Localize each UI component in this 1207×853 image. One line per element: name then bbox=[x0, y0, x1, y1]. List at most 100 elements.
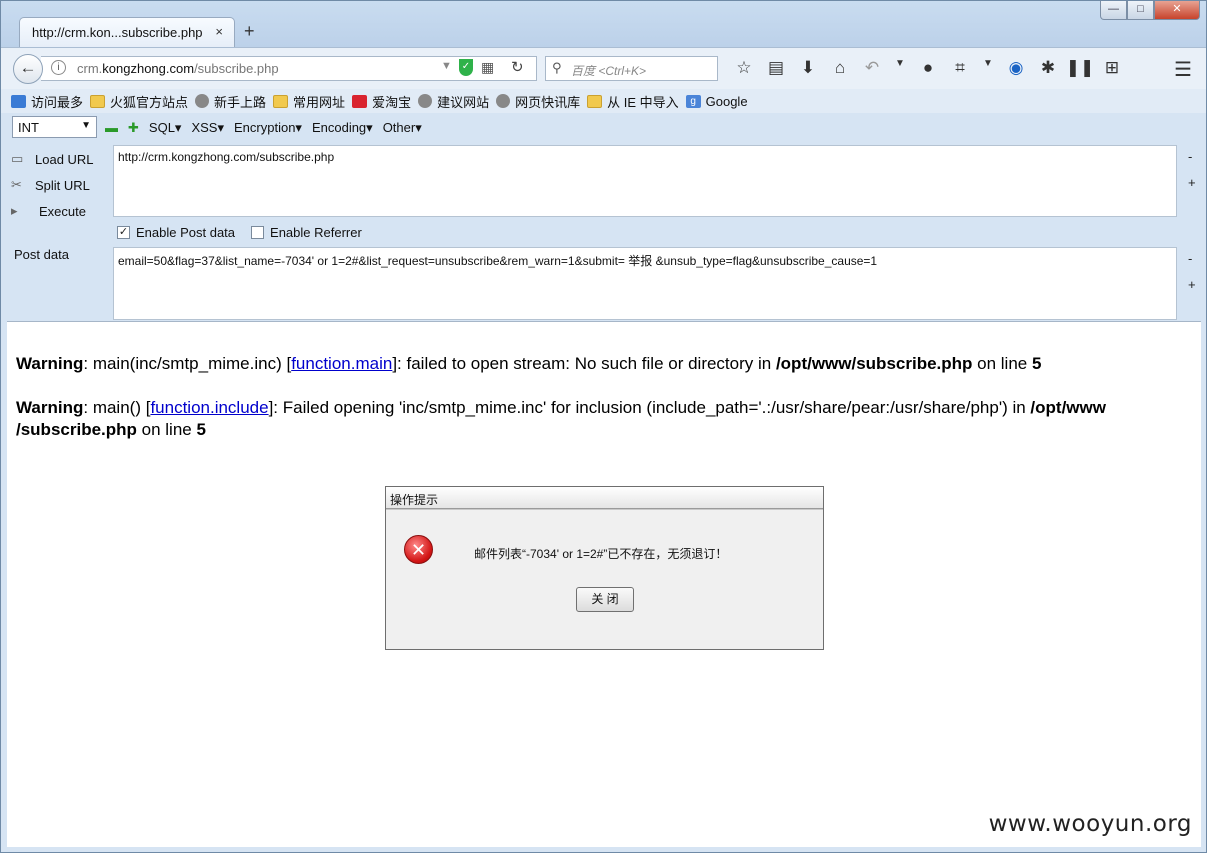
maximize-button[interactable]: □ bbox=[1127, 1, 1154, 20]
back-button[interactable]: ← bbox=[13, 54, 43, 84]
type-select[interactable]: INT ▼ bbox=[12, 116, 97, 138]
close-window-button[interactable]: ✕ bbox=[1154, 1, 1200, 20]
bookmark-google[interactable]: g Google bbox=[685, 93, 748, 109]
checkbox-checked[interactable]: ✓ bbox=[117, 226, 130, 239]
footprint-icon[interactable]: ❚❚ bbox=[1064, 58, 1096, 78]
function-main-link[interactable]: function.main bbox=[291, 354, 392, 373]
menu-icon[interactable]: ☰ bbox=[1174, 57, 1192, 82]
orb-icon[interactable]: ◉ bbox=[1000, 58, 1032, 78]
execute-button[interactable]: ▸ Execute bbox=[11, 198, 94, 224]
warning-line: 5 bbox=[196, 420, 206, 439]
dropdown-icon[interactable]: ▼ bbox=[441, 60, 452, 72]
grow-url-button[interactable]: + bbox=[1188, 175, 1196, 190]
bookmarks-bar: 访问最多 火狐官方站点 新手上路 常用网址 爱淘宝 建议网站 网页快讯库 从 I… bbox=[1, 89, 1206, 113]
taobao-icon bbox=[352, 94, 368, 108]
watermark: www.wooyun.org bbox=[988, 811, 1192, 837]
dropdown-icon[interactable]: ▼ bbox=[888, 58, 912, 78]
checkbox-unchecked[interactable] bbox=[251, 226, 265, 239]
warning-path: /opt/www/subscribe.php bbox=[775, 354, 973, 373]
bookmark-getting-started[interactable]: 新手上路 bbox=[195, 92, 266, 111]
dropdown-icon[interactable]: ▼ bbox=[976, 58, 1000, 78]
shrink-url-button[interactable]: - bbox=[1188, 149, 1192, 164]
folder-icon bbox=[273, 94, 289, 108]
menu-sql[interactable]: SQL▾ bbox=[149, 120, 182, 136]
enable-post-checkbox[interactable]: ✓ Enable Post data bbox=[117, 225, 235, 240]
page-content: Warning: main(inc/smtp_mime.inc) [functi… bbox=[7, 321, 1201, 847]
dialog-title: 操作提示 bbox=[386, 487, 823, 509]
globe-icon bbox=[418, 94, 433, 108]
execute-label: Execute bbox=[39, 203, 86, 219]
menu-encryption[interactable]: Encryption▾ bbox=[234, 120, 302, 136]
minimize-button[interactable]: — bbox=[1100, 1, 1127, 20]
hackbar-panel: INT ▼ ▬ ✚ SQL▾ XSS▾ Encryption▾ Encoding… bbox=[1, 113, 1206, 321]
new-tab-button[interactable]: + bbox=[244, 21, 255, 42]
bookmark-firefox-official[interactable]: 火狐官方站点 bbox=[90, 92, 188, 111]
menu-other[interactable]: Other▾ bbox=[383, 120, 422, 136]
bookmark-most-visited[interactable]: 访问最多 bbox=[11, 92, 83, 111]
info-icon[interactable]: i bbox=[51, 60, 66, 75]
split-url-button[interactable]: ✂ Split URL bbox=[11, 172, 94, 198]
warning-text: on line bbox=[136, 420, 197, 439]
load-url-button[interactable]: ▭ Load URL bbox=[11, 146, 94, 172]
post-data-textarea[interactable]: email=50&flag=37&list_name=-7034' or 1=2… bbox=[113, 247, 1177, 320]
minus-icon[interactable]: ▬ bbox=[105, 120, 118, 136]
warning-text: on line bbox=[972, 354, 1032, 373]
menu-xss[interactable]: XSS▾ bbox=[191, 120, 224, 136]
enable-referrer-checkbox[interactable]: Enable Referrer bbox=[251, 225, 362, 240]
url-path: /subscribe.php bbox=[194, 61, 279, 76]
warning-text: ]: Failed opening 'inc/smtp_mime.inc' fo… bbox=[268, 398, 1031, 417]
tab-title: http://crm.kon...subscribe.php bbox=[32, 25, 203, 40]
download-icon[interactable]: ⬇ bbox=[792, 58, 824, 78]
hackbar-menu: ▬ ✚ SQL▾ XSS▾ Encryption▾ Encoding▾ Othe… bbox=[105, 120, 432, 136]
warning-label: Warning bbox=[16, 354, 84, 373]
warning-text: : main() [ bbox=[83, 398, 151, 417]
star-icon[interactable]: ☆ bbox=[728, 58, 760, 78]
bug-icon[interactable]: ✱ bbox=[1032, 58, 1064, 78]
plus-icon[interactable]: ✚ bbox=[128, 120, 139, 136]
load-icon: ▭ bbox=[11, 151, 24, 166]
function-include-link[interactable]: function.include bbox=[150, 398, 268, 417]
bookmark-aitaobao[interactable]: 爱淘宝 bbox=[352, 92, 411, 111]
alert-dialog: 操作提示 ✕ 邮件列表“-7034' or 1=2#”已不存在，无须退订！ 关 … bbox=[385, 486, 824, 650]
warning-label: Warning bbox=[16, 398, 84, 417]
grow-post-button[interactable]: + bbox=[1188, 277, 1196, 292]
bookmark-label: 新手上路 bbox=[214, 94, 267, 110]
url-textarea[interactable]: http://crm.kongzhong.com/subscribe.php bbox=[113, 145, 1177, 217]
search-input[interactable]: ⚲ 百度 <Ctrl+K> bbox=[545, 56, 718, 81]
shrink-post-button[interactable]: - bbox=[1188, 251, 1192, 266]
bookmark-label: 爱淘宝 bbox=[372, 94, 412, 110]
sitemap-icon[interactable]: ⊞ bbox=[1096, 58, 1128, 78]
nav-bar: i crm.kongzhong.com/subscribe.php ▼ ✓ ▦ … bbox=[1, 47, 1206, 89]
menu-encoding[interactable]: Encoding▾ bbox=[312, 120, 373, 136]
bookmark-import-ie[interactable]: 从 IE 中导入 bbox=[587, 92, 679, 111]
bookmark-common-sites[interactable]: 常用网址 bbox=[273, 92, 345, 111]
home-icon[interactable]: ⌂ bbox=[824, 58, 856, 78]
shield-icon[interactable]: ✓ bbox=[459, 59, 473, 76]
bookmark-suggested-sites[interactable]: 建议网站 bbox=[418, 92, 489, 111]
close-dialog-button[interactable]: 关 闭 bbox=[576, 587, 634, 612]
search-placeholder: 百度 <Ctrl+K> bbox=[571, 64, 647, 78]
url-host: kongzhong.com bbox=[102, 61, 195, 76]
globe-icon bbox=[195, 94, 210, 108]
tab-subscribe[interactable]: http://crm.kon...subscribe.php × bbox=[19, 17, 235, 47]
folder-icon bbox=[90, 94, 106, 108]
warning-text: : main(inc/smtp_mime.inc) [ bbox=[83, 354, 292, 373]
error-icon: ✕ bbox=[404, 535, 433, 564]
scissors-icon: ✂ bbox=[11, 177, 22, 192]
bookmarks-icon[interactable]: ▤ bbox=[760, 58, 792, 78]
bookmark-label: Google bbox=[705, 93, 748, 109]
bookmark-label: 建议网站 bbox=[437, 94, 490, 110]
close-icon[interactable]: × bbox=[215, 24, 223, 39]
folder-icon bbox=[587, 94, 603, 108]
qrcode-icon[interactable]: ▦ bbox=[481, 59, 494, 76]
post-data-label: Post data bbox=[14, 247, 69, 262]
bookmark-label: 网页快讯库 bbox=[515, 94, 581, 110]
tab-strip: http://crm.kon...subscribe.php × + — □ ✕ bbox=[1, 1, 1206, 47]
chat-icon[interactable]: ● bbox=[912, 58, 944, 78]
reload-icon[interactable]: ↻ bbox=[511, 58, 524, 76]
bookmark-web-slice[interactable]: 网页快讯库 bbox=[496, 92, 580, 111]
crop-icon[interactable]: ⌗ bbox=[944, 58, 976, 78]
url-bar[interactable]: i crm.kongzhong.com/subscribe.php ▼ ✓ ▦ … bbox=[41, 56, 537, 81]
undo-icon[interactable]: ↶ bbox=[856, 58, 888, 78]
google-icon: g bbox=[685, 94, 701, 108]
